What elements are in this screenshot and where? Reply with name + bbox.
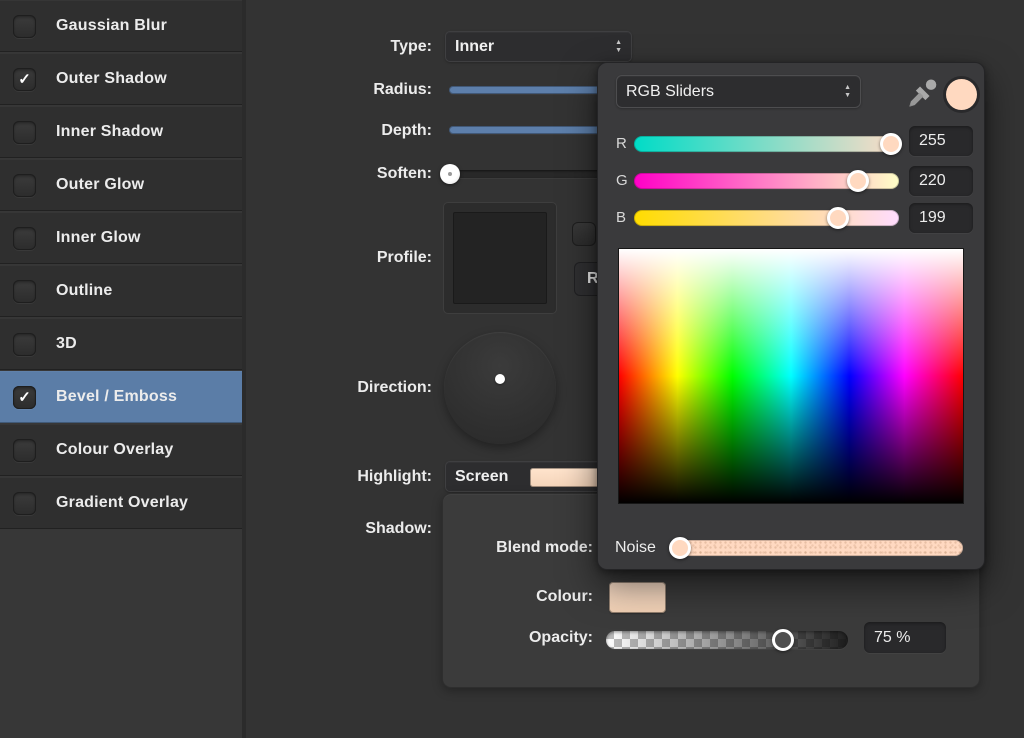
depth-label: Depth: [302,121,432,141]
profile-option-checkbox[interactable] [572,222,596,246]
sidebar-item-label: Gaussian Blur [56,17,167,35]
highlight-label: Highlight: [302,467,432,487]
sidebar-item-label: 3D [56,335,77,353]
gradient-overlay-checkbox[interactable] [13,492,36,515]
radius-label: Radius: [302,80,432,100]
sidebar-item-label: Outer Glow [56,176,144,194]
inner-glow-checkbox[interactable] [13,227,36,250]
opacity-value-field[interactable]: 75 % [864,622,946,653]
checkmark-icon: ✓ [18,388,31,406]
colour-label: Colour: [451,587,593,607]
colour-overlay-checkbox[interactable] [13,439,36,462]
sidebar-item-3d[interactable]: 3D [0,318,242,370]
type-label: Type: [302,37,432,57]
sidebar-item-label: Outer Shadow [56,70,167,88]
sidebar-item-inner-shadow[interactable]: Inner Shadow [0,106,242,158]
sidebar-item-label: Outline [56,282,113,300]
opacity-slider[interactable] [606,631,848,649]
current-colour-swatch[interactable] [946,79,977,110]
checkmark-icon: ✓ [18,70,31,88]
colour-picker-popup: RGB Sliders ▲▼ R 255 G 220 B [597,62,985,570]
green-value: 220 [919,172,946,190]
profile-curve-editor[interactable] [443,202,557,314]
fx-sidebar: Gaussian Blur ✓ Outer Shadow Inner Shado… [0,0,242,738]
noise-slider[interactable] [673,540,963,556]
channel-b-label: B [616,208,632,228]
green-value-field[interactable]: 220 [909,166,973,196]
fx-dialog: Gaussian Blur ✓ Outer Shadow Inner Shado… [0,0,1024,738]
sidebar-item-label: Colour Overlay [56,441,174,459]
sidebar-item-label: Gradient Overlay [56,494,188,512]
red-value: 255 [919,132,946,150]
eyedropper-icon[interactable] [904,74,942,112]
picker-mode-value: RGB Sliders [626,83,714,101]
picker-mode-select[interactable]: RGB Sliders ▲▼ [616,75,861,108]
opacity-slider-knob[interactable] [772,629,794,651]
bevel-emboss-checkbox[interactable]: ✓ [13,386,36,409]
sidebar-item-label: Inner Shadow [56,123,163,141]
type-select-value: Inner [455,38,494,56]
sidebar-item-inner-glow[interactable]: Inner Glow [0,212,242,264]
type-select[interactable]: Inner ▲▼ [445,31,632,62]
direction-dial-dot[interactable] [495,374,505,384]
inner-shadow-checkbox[interactable] [13,121,36,144]
sidebar-item-gaussian-blur[interactable]: Gaussian Blur [0,0,242,52]
outer-glow-checkbox[interactable] [13,174,36,197]
sidebar-item-outer-shadow[interactable]: ✓ Outer Shadow [0,53,242,105]
red-slider[interactable] [634,136,899,152]
highlight-blend-value: Screen [455,468,508,486]
blue-value: 199 [919,209,946,227]
shadow-colour-swatch[interactable] [609,582,666,613]
sidebar-item-label: Bevel / Emboss [56,388,177,406]
channel-r-label: R [616,134,632,154]
noise-label: Noise [615,538,656,558]
blend-mode-label: Blend mode: [451,538,593,558]
opacity-label: Opacity: [451,628,593,648]
blue-value-field[interactable]: 199 [909,203,973,233]
sidebar-item-label: Inner Glow [56,229,141,247]
opacity-value: 75 % [874,629,910,647]
profile-label: Profile: [302,248,432,268]
stepper-arrows-icon: ▲▼ [615,40,622,54]
gaussian-blur-checkbox[interactable] [13,15,36,38]
red-value-field[interactable]: 255 [909,126,973,156]
sidebar-item-colour-overlay[interactable]: Colour Overlay [0,424,242,476]
sidebar-item-outer-glow[interactable]: Outer Glow [0,159,242,211]
green-slider-knob[interactable] [847,170,869,192]
red-slider-knob[interactable] [880,133,902,155]
sidebar-item-outline[interactable]: Outline [0,265,242,317]
outline-checkbox[interactable] [13,280,36,303]
channel-g-label: G [616,171,632,191]
sidebar-divider [242,0,246,738]
sidebar-item-gradient-overlay[interactable]: Gradient Overlay [0,477,242,529]
noise-slider-knob[interactable] [669,537,691,559]
soften-label: Soften: [302,164,432,184]
profile-curve-preview [453,212,547,304]
stepper-arrows-icon: ▲▼ [844,85,851,99]
soften-slider-knob[interactable] [440,164,460,184]
shadow-label: Shadow: [302,519,432,539]
3d-checkbox[interactable] [13,333,36,356]
outer-shadow-checkbox[interactable]: ✓ [13,68,36,91]
direction-dial[interactable] [444,332,556,444]
colour-spectrum-picker[interactable] [618,248,964,504]
blue-slider[interactable] [634,210,899,226]
blue-slider-knob[interactable] [827,207,849,229]
direction-label: Direction: [302,378,432,398]
sidebar-item-bevel-emboss[interactable]: ✓ Bevel / Emboss [0,371,242,423]
